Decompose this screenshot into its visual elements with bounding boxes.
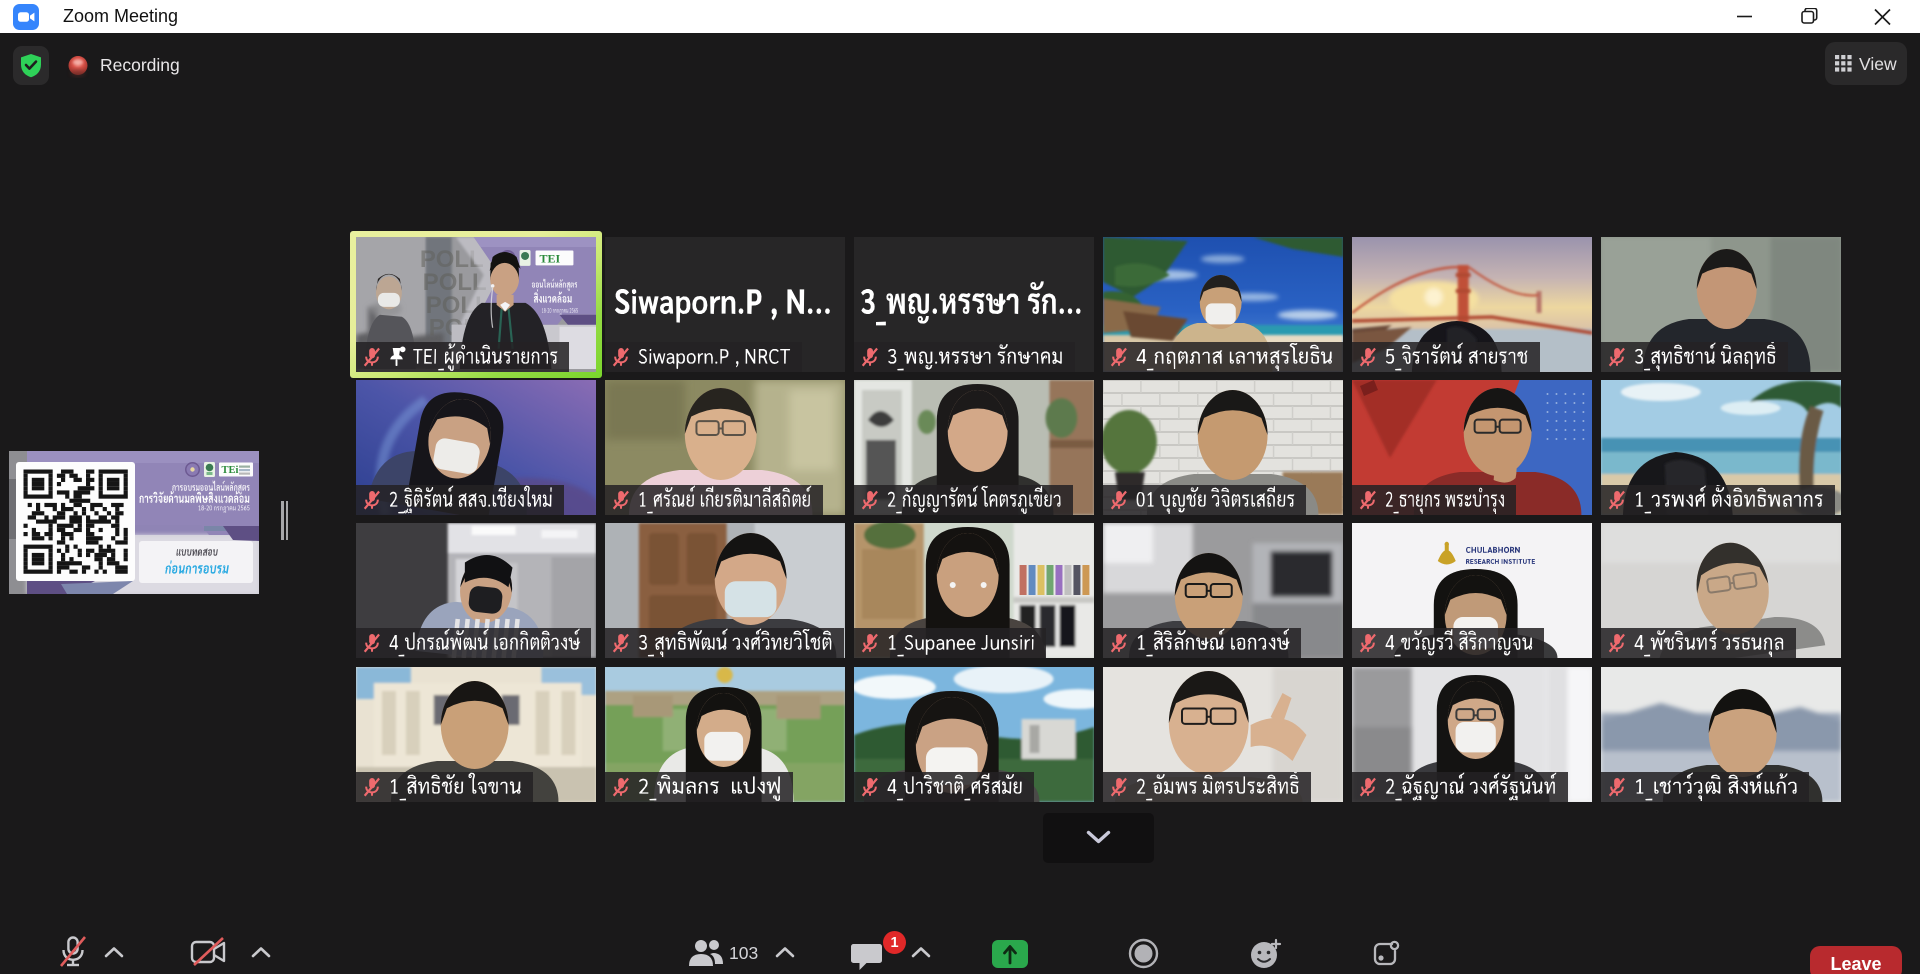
svg-text:TEi: TEi — [222, 465, 239, 476]
svg-text:TEI: TEI — [539, 251, 560, 265]
